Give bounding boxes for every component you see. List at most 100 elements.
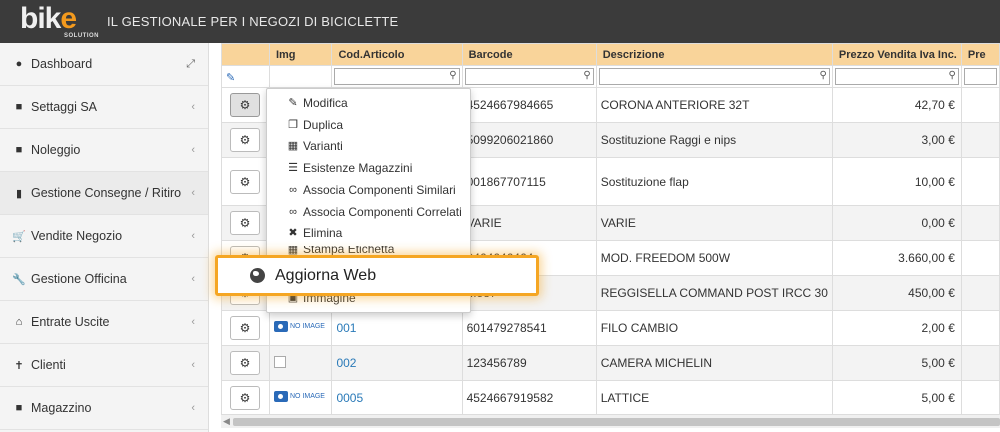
dashboard-icon: ● bbox=[15, 58, 23, 70]
broken-image-icon[interactable] bbox=[273, 355, 286, 368]
sidebar-item-dashboard[interactable]: ● Dashboard ⤢ bbox=[0, 43, 208, 86]
bank-icon: ⌂ bbox=[15, 316, 23, 328]
clear-filter-cell: ✎ bbox=[221, 65, 270, 88]
chevron-left-icon: ‹ bbox=[191, 359, 195, 371]
book-icon: ■ bbox=[15, 402, 23, 414]
globe-icon bbox=[250, 268, 265, 283]
top-bar: bike SOLUTION IL GESTIONALE PER I NEGOZI… bbox=[0, 0, 1000, 43]
gear-icon: ⚙ bbox=[239, 133, 251, 147]
camera-icon bbox=[273, 391, 288, 402]
sidebar-item-magazzino[interactable]: ■ Magazzino ‹ bbox=[0, 387, 208, 430]
row-actions-button[interactable]: ⚙ bbox=[230, 351, 260, 375]
chevron-left-icon: ‹ bbox=[191, 273, 195, 285]
column-header-img[interactable]: Img bbox=[268, 43, 333, 66]
table-row[interactable]: ⚙ 002 123456789 CAMERA MICHELIN 5,00 € bbox=[221, 345, 1000, 381]
book-icon: ■ bbox=[15, 144, 23, 156]
chevron-left-icon: ‹ bbox=[191, 230, 195, 242]
filter-input-barcode[interactable]: ⚲ bbox=[464, 68, 594, 85]
collapse-icon[interactable]: ⤢ bbox=[186, 58, 195, 71]
list-icon: ☰ bbox=[288, 162, 298, 174]
sidebar-item-officina[interactable]: 🔧 Gestione Officina ‹ bbox=[0, 258, 208, 301]
filter-icon[interactable]: ⚲ bbox=[949, 70, 956, 81]
link-icon: ∞ bbox=[289, 205, 297, 218]
sidebar-item-clienti[interactable]: ✝ Clienti ‹ bbox=[0, 344, 208, 387]
row-actions-button[interactable]: ⚙ bbox=[230, 128, 260, 152]
row-actions-button[interactable]: ⚙ bbox=[230, 211, 260, 235]
table-row[interactable]: ⚙ NO IMAGE 0005 4524667919582 LATTICE 5,… bbox=[221, 380, 1000, 416]
sidebar-item-settaggi[interactable]: ■ Settaggi SA ‹ bbox=[0, 86, 208, 129]
filter-input-price[interactable]: ⚲ bbox=[834, 68, 959, 85]
wrench-icon: 🔧 bbox=[12, 273, 26, 286]
chevron-left-icon: ‹ bbox=[191, 316, 195, 328]
gear-icon: ⚙ bbox=[239, 356, 251, 370]
cart-icon: 🛒 bbox=[12, 230, 26, 243]
copy-icon: ❐ bbox=[288, 119, 298, 131]
book-open-icon: ▮ bbox=[15, 187, 23, 200]
sidebar-item-consegne[interactable]: ▮ Gestione Consegne / Ritiro ‹ bbox=[0, 172, 208, 215]
menu-item-aggiorna-web[interactable]: Aggiorna Web bbox=[215, 255, 539, 296]
no-image-placeholder[interactable]: NO IMAGE bbox=[273, 321, 325, 332]
person-icon: ✝ bbox=[14, 359, 24, 372]
times-icon: ✖ bbox=[288, 227, 298, 239]
row-actions-button[interactable]: ⚙ bbox=[230, 316, 260, 340]
row-actions-button[interactable]: ⚙ bbox=[230, 169, 260, 194]
gear-icon: ⚙ bbox=[239, 321, 251, 335]
filter-icon[interactable]: ⚲ bbox=[449, 70, 456, 81]
book-icon: ■ bbox=[15, 101, 23, 113]
edit-icon: ✎ bbox=[288, 97, 298, 109]
horizontal-scrollbar[interactable]: ◀ bbox=[221, 414, 1000, 428]
column-header-code[interactable]: Cod.Articolo bbox=[331, 43, 463, 66]
filter-icon[interactable]: ⚲ bbox=[820, 70, 827, 81]
app-tagline: IL GESTIONALE PER I NEGOZI DI BICICLETTE bbox=[107, 14, 399, 29]
sidebar-item-label: Noleggio bbox=[31, 143, 81, 157]
chevron-left-icon: ‹ bbox=[191, 144, 195, 156]
sidebar-item-label: Magazzino bbox=[31, 401, 92, 415]
column-header-description[interactable]: Descrizione bbox=[595, 43, 833, 66]
scroll-left-icon[interactable]: ◀ bbox=[223, 416, 230, 427]
menu-item-modifica[interactable]: ✎ Modifica bbox=[267, 92, 470, 113]
sidebar-item-label: Gestione Consegne / Ritiro bbox=[31, 186, 182, 200]
link-icon: ∞ bbox=[289, 183, 297, 196]
menu-item-duplica[interactable]: ❐ Duplica bbox=[267, 114, 470, 135]
scrollbar-thumb[interactable] bbox=[233, 418, 1000, 426]
row-actions-button[interactable]: ⚙ bbox=[230, 386, 260, 410]
gear-icon: ⚙ bbox=[239, 216, 251, 230]
sidebar-item-label: Settaggi SA bbox=[31, 100, 98, 114]
row-actions-button[interactable]: ⚙ bbox=[230, 93, 260, 117]
menu-item-similari[interactable]: ∞ Associa Componenti Similari bbox=[267, 179, 470, 200]
column-header-next[interactable]: Pre bbox=[960, 43, 1000, 66]
logo-subtitle: SOLUTION bbox=[64, 33, 99, 39]
app-logo[interactable]: bike SOLUTION bbox=[20, 2, 100, 42]
menu-item-varianti[interactable]: ▦ Varianti bbox=[267, 135, 470, 156]
sidebar-item-label: Clienti bbox=[31, 358, 66, 372]
no-image-placeholder[interactable]: NO IMAGE bbox=[273, 391, 325, 402]
gear-icon: ⚙ bbox=[239, 391, 251, 405]
menu-item-esistenze[interactable]: ☰ Esistenze Magazzini bbox=[267, 157, 470, 178]
sidebar-item-entrate[interactable]: ⌂ Entrate Uscite ‹ bbox=[0, 301, 208, 344]
sidebar-item-vendite[interactable]: 🛒 Vendite Negozio ‹ bbox=[0, 215, 208, 258]
sidebar-item-noleggio[interactable]: ■ Noleggio ‹ bbox=[0, 129, 208, 172]
menu-item-elimina[interactable]: ✖ Elimina bbox=[267, 222, 470, 243]
filter-input-code[interactable]: ⚲ bbox=[334, 68, 460, 85]
sidebar: ● Dashboard ⤢ ■ Settaggi SA ‹ ■ Noleggio… bbox=[0, 43, 209, 432]
sidebar-item-label: Entrate Uscite bbox=[31, 315, 110, 329]
column-header-actions bbox=[221, 43, 270, 66]
chevron-left-icon: ‹ bbox=[191, 101, 195, 113]
chevron-left-icon: ‹ bbox=[191, 187, 195, 199]
filter-input-description[interactable]: ⚲ bbox=[598, 68, 830, 85]
sidebar-item-label: Vendite Negozio bbox=[31, 229, 123, 243]
gear-icon: ⚙ bbox=[239, 98, 251, 112]
chevron-left-icon: ‹ bbox=[191, 402, 195, 414]
sidebar-item-label: Dashboard bbox=[31, 57, 93, 71]
filter-icon[interactable]: ⚲ bbox=[583, 70, 590, 81]
table-row[interactable]: ⚙ NO IMAGE 001 601479278541 FILO CAMBIO … bbox=[221, 310, 1000, 346]
menu-item-correlati[interactable]: ∞ Associa Componenti Correlati bbox=[267, 201, 470, 222]
filter-input-next[interactable] bbox=[963, 68, 997, 85]
column-header-price[interactable]: Prezzo Vendita Iva Inc. bbox=[831, 43, 962, 66]
eraser-icon[interactable]: ✎ bbox=[224, 72, 235, 84]
sidebar-item-label: Gestione Officina bbox=[31, 272, 127, 286]
column-header-barcode[interactable]: Barcode bbox=[461, 43, 597, 66]
gear-icon: ⚙ bbox=[239, 174, 251, 189]
filter-cell-img bbox=[268, 65, 333, 88]
camera-icon bbox=[273, 321, 288, 332]
